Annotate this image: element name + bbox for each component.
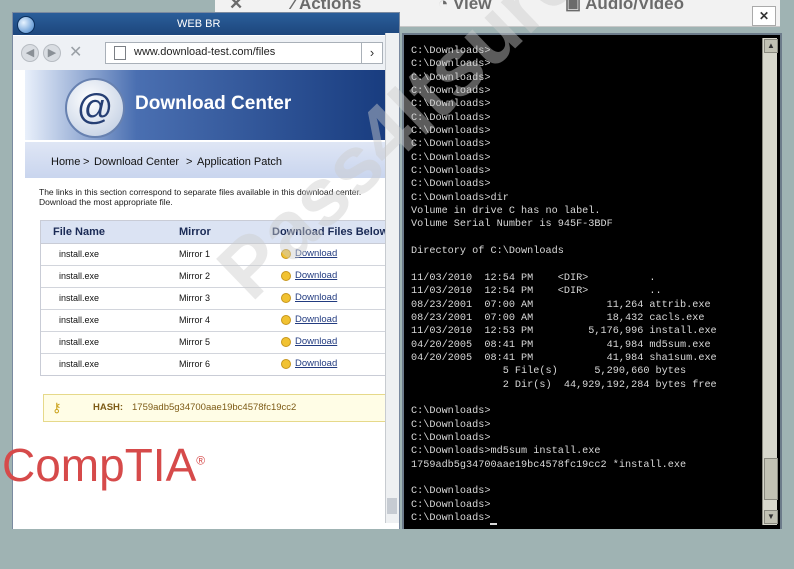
download-bullet-icon xyxy=(281,337,291,347)
breadcrumb-download-center[interactable]: Download Center xyxy=(94,156,179,168)
file-name: install.exe xyxy=(59,249,100,259)
col-file-name: File Name xyxy=(53,226,105,238)
browser-title: WEB BR xyxy=(177,18,221,30)
browser-scroll-thumb[interactable] xyxy=(387,498,397,514)
stop-icon[interactable]: ✕ xyxy=(69,42,82,62)
audio-video-label: Audio/Video xyxy=(585,0,685,13)
file-name: install.exe xyxy=(59,315,100,325)
download-link-mirror-4[interactable]: Download xyxy=(281,314,337,325)
table-row: install.exe Mirror 6 Download xyxy=(41,354,394,375)
back-button[interactable]: ◀ xyxy=(21,44,39,62)
file-name: install.exe xyxy=(59,271,100,281)
mirror-name: Mirror 3 xyxy=(179,293,210,303)
go-button[interactable]: › xyxy=(361,43,382,63)
mirror-name: Mirror 2 xyxy=(179,271,210,281)
bottom-band xyxy=(0,529,794,558)
col-mirror: Mirror xyxy=(179,226,211,238)
download-bullet-icon xyxy=(281,359,291,369)
download-link-label[interactable]: Download xyxy=(295,314,337,325)
download-link-label[interactable]: Download xyxy=(295,292,337,303)
at-sign-logo-icon: @ xyxy=(65,78,125,138)
table-row: install.exe Mirror 2 Download xyxy=(41,266,394,288)
file-name: install.exe xyxy=(59,337,100,347)
text-cursor xyxy=(490,523,498,526)
scroll-up-icon[interactable]: ▲ xyxy=(764,39,778,53)
breadcrumb-home[interactable]: Home xyxy=(51,156,80,168)
mirror-name: Mirror 6 xyxy=(179,359,210,369)
breadcrumb-separator: > xyxy=(83,156,90,168)
breadcrumb-separator: > xyxy=(186,156,193,168)
terminal-scroll-thumb[interactable] xyxy=(764,458,778,500)
file-name: install.exe xyxy=(59,293,100,303)
terminal-scrollbar[interactable]: ▲ ▼ xyxy=(762,38,778,525)
download-link-label[interactable]: Download xyxy=(295,358,337,369)
window-close-button[interactable]: ✕ xyxy=(752,6,776,26)
file-name: install.exe xyxy=(59,359,100,369)
download-link-mirror-5[interactable]: Download xyxy=(281,336,337,347)
comptia-text: CompTIA xyxy=(2,439,197,491)
download-link-mirror-3[interactable]: Download xyxy=(281,292,337,303)
download-link-mirror-6[interactable]: Download xyxy=(281,358,337,369)
address-text[interactable]: www.download-test.com/files xyxy=(134,46,275,58)
comptia-watermark: CompTIA® xyxy=(2,439,206,491)
breadcrumb-application-patch: Application Patch xyxy=(197,156,282,168)
globe-icon xyxy=(17,16,35,34)
hash-value: 1759adb5g34700aae19bc4578fc19cc2 xyxy=(132,402,297,413)
table-row: install.exe Mirror 4 Download xyxy=(41,310,394,332)
hash-box: ⚷ HASH: 1759adb5g34700aae19bc4578fc19cc2 xyxy=(43,394,391,422)
forward-button[interactable]: ▶ xyxy=(43,44,61,62)
hash-label: HASH: xyxy=(93,402,124,413)
download-link-label[interactable]: Download xyxy=(295,336,337,347)
banner-title: Download Center xyxy=(135,93,292,114)
download-bullet-icon xyxy=(281,315,291,325)
key-icon: ⚷ xyxy=(52,400,62,415)
browser-nav-bar: ◀ ▶ ✕ www.download-test.com/files › xyxy=(13,36,399,70)
mirror-name: Mirror 4 xyxy=(179,315,210,325)
scroll-down-icon[interactable]: ▼ xyxy=(764,510,778,524)
table-row: install.exe Mirror 5 Download xyxy=(41,332,394,354)
mirror-name: Mirror 5 xyxy=(179,337,210,347)
address-bar[interactable]: www.download-test.com/files › xyxy=(105,42,383,64)
browser-titlebar: WEB BR xyxy=(13,13,399,35)
table-row: install.exe Mirror 3 Download xyxy=(41,288,394,310)
page-icon xyxy=(114,46,126,60)
